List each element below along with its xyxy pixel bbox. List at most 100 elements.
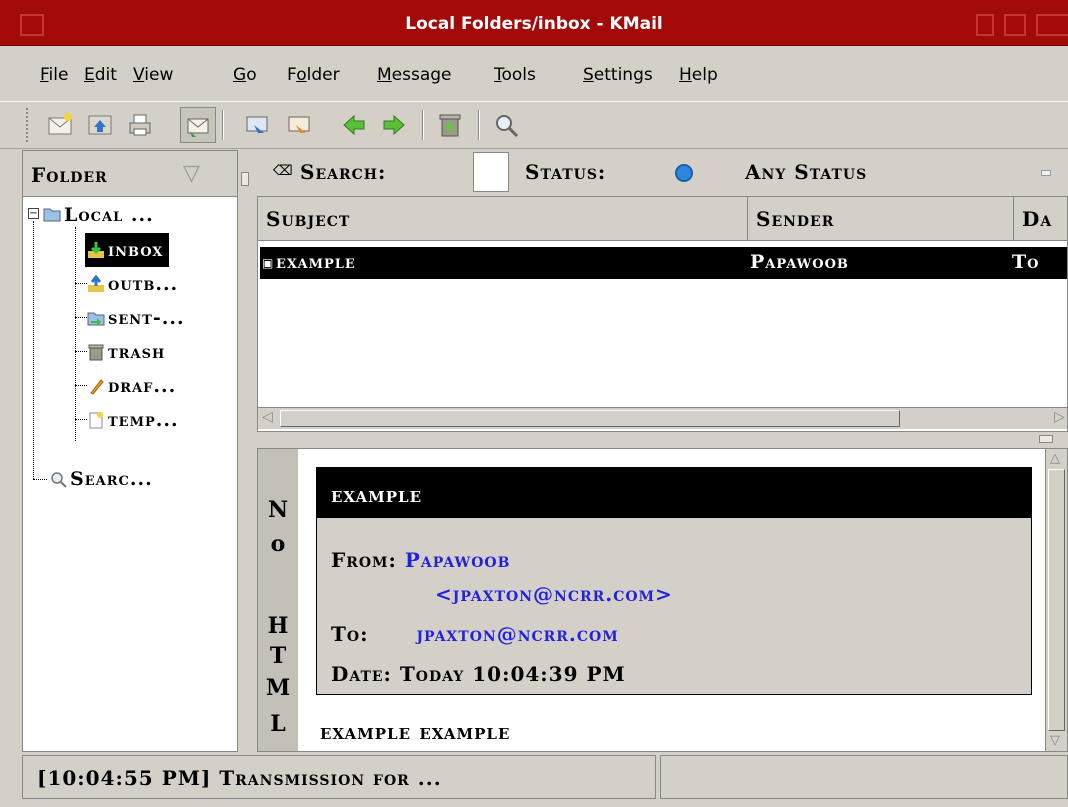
- menu-go[interactable]: Go: [233, 65, 257, 85]
- from-name-link[interactable]: Papawoob: [405, 548, 511, 572]
- status-dropdown-button[interactable]: [1041, 170, 1051, 176]
- toolbar-separator: [478, 110, 480, 140]
- from-label: From:: [331, 548, 397, 572]
- folder-item-templates[interactable]: temp...: [87, 403, 179, 437]
- folder-item-sent-mail[interactable]: sent-...: [87, 301, 185, 335]
- date-label: Date:: [331, 662, 392, 686]
- message-list-hscrollbar[interactable]: ◁ ▷: [258, 407, 1067, 429]
- to-row: To: jpaxton@ncrr.com: [331, 622, 619, 646]
- menu-bar: File Edit View Go Folder Message Tools S…: [0, 47, 1068, 99]
- close-button[interactable]: [1036, 14, 1068, 36]
- search-folder-icon: [49, 470, 67, 488]
- column-header-subject[interactable]: Subject: [258, 197, 748, 241]
- magnifier-icon: [496, 115, 519, 138]
- scroll-thumb[interactable]: [1048, 469, 1065, 731]
- vertical-splitter[interactable]: [239, 150, 253, 752]
- folder-column-header[interactable]: Folder ▽: [23, 151, 237, 197]
- folder-item-outbox[interactable]: outb...: [87, 267, 178, 301]
- outbox-icon: [87, 274, 105, 293]
- scroll-right-icon[interactable]: ▷: [1054, 409, 1065, 425]
- menu-folder[interactable]: Folder: [287, 65, 340, 85]
- scroll-left-icon[interactable]: ◁: [262, 409, 273, 425]
- menu-tools[interactable]: Tools: [494, 65, 536, 85]
- drafts-icon: [87, 377, 105, 395]
- from-email-link[interactable]: <jpaxton@ncrr.com>: [435, 582, 673, 606]
- message-list: Subject Sender Da ▣ example Papawoob To …: [257, 196, 1068, 432]
- search-input[interactable]: [473, 152, 509, 192]
- print-button[interactable]: [122, 107, 158, 143]
- quick-search-bar: ⌫ Search: Status: Any Status: [255, 150, 1068, 194]
- green-left-arrow-icon: [343, 114, 365, 136]
- menu-file[interactable]: File: [40, 65, 68, 85]
- check-mail-icon: [187, 118, 209, 137]
- to-label: To:: [331, 622, 369, 646]
- forward-icon: [246, 116, 268, 133]
- message-header-subject: example: [317, 468, 1031, 518]
- folder-item-local-folders[interactable]: Local ...: [43, 198, 154, 232]
- status-bar: [10:04:55 PM] Transmission for ...: [0, 753, 1068, 807]
- reply-button[interactable]: [82, 107, 118, 143]
- folder-icon: [43, 206, 61, 224]
- menu-help[interactable]: Help: [679, 65, 718, 85]
- next-button[interactable]: [376, 107, 412, 143]
- menu-view[interactable]: View: [133, 65, 173, 85]
- find-button[interactable]: [488, 107, 524, 143]
- maximize-button[interactable]: [1004, 14, 1026, 36]
- folder-header-label: Folder: [31, 163, 108, 187]
- toolbar-separator: [422, 110, 424, 140]
- folder-item-trash[interactable]: trash: [87, 335, 165, 369]
- printer-icon: [129, 114, 151, 136]
- status-progress-area: [660, 755, 1068, 799]
- trash-can-icon: [439, 114, 461, 137]
- toolbar: [0, 101, 1068, 149]
- date-value: Today 10:04:39 PM: [399, 662, 626, 686]
- status-filter-select[interactable]: Any Status: [745, 160, 867, 184]
- forward-button[interactable]: [240, 107, 276, 143]
- from-row: From: Papawoob: [331, 548, 510, 572]
- message-header-box: example From: Papawoob <jpaxton@ncrr.com…: [316, 467, 1032, 695]
- minimize-button[interactable]: [976, 14, 994, 36]
- date-row: Date: Today 10:04:39 PM: [331, 662, 626, 686]
- message-sender: Papawoob: [750, 251, 849, 273]
- folder-tree: − Local ... inbox outb... sent-... trash…: [23, 197, 237, 751]
- folder-item-searches[interactable]: Searc...: [49, 462, 153, 496]
- scroll-up-icon[interactable]: △: [1050, 451, 1060, 466]
- menu-edit[interactable]: Edit: [84, 65, 117, 85]
- column-header-date[interactable]: Da: [1014, 197, 1067, 241]
- scroll-down-icon[interactable]: ▽: [1050, 733, 1060, 748]
- window-title: Local Folders/inbox - KMail: [405, 14, 663, 34]
- message-date: To: [1012, 251, 1040, 273]
- folder-pane: Folder ▽ − Local ... inbox outb... sent-…: [22, 150, 238, 752]
- to-email-link[interactable]: jpaxton@ncrr.com: [416, 622, 618, 646]
- no-html-side-label: N o H T M L: [258, 449, 298, 751]
- clear-search-icon[interactable]: ⌫: [273, 162, 293, 180]
- toolbar-grip[interactable]: [26, 108, 32, 142]
- templates-icon: [87, 411, 105, 429]
- status-label: Status:: [525, 160, 607, 184]
- green-right-arrow-icon: [383, 114, 405, 136]
- check-mail-button[interactable]: [180, 107, 216, 143]
- trash-icon: [87, 343, 105, 361]
- inbox-icon: [87, 241, 105, 259]
- new-message-button[interactable]: [42, 107, 78, 143]
- status-message: [10:04:55 PM] Transmission for ...: [22, 755, 656, 799]
- horizontal-splitter[interactable]: [257, 433, 1068, 447]
- scroll-thumb[interactable]: [280, 410, 900, 427]
- toolbar-separator: [222, 110, 224, 140]
- menu-message[interactable]: Message: [377, 65, 452, 85]
- menu-settings[interactable]: Settings: [583, 65, 653, 85]
- search-label: Search:: [300, 160, 387, 184]
- message-subject: example: [276, 251, 356, 273]
- column-header-sender[interactable]: Sender: [748, 197, 1014, 241]
- folder-item-inbox[interactable]: inbox: [85, 233, 170, 267]
- reply-all-button[interactable]: [282, 107, 318, 143]
- message-body: example example: [320, 719, 511, 744]
- previous-button[interactable]: [336, 107, 372, 143]
- reply-all-icon: [288, 116, 310, 133]
- status-filter-icon: [675, 164, 693, 182]
- trash-button[interactable]: [432, 107, 468, 143]
- reader-vscrollbar[interactable]: △ ▽: [1045, 449, 1067, 751]
- collapse-toggle[interactable]: −: [28, 208, 39, 219]
- folder-item-drafts[interactable]: draf...: [87, 369, 176, 403]
- table-row[interactable]: ▣ example Papawoob To: [260, 247, 1067, 279]
